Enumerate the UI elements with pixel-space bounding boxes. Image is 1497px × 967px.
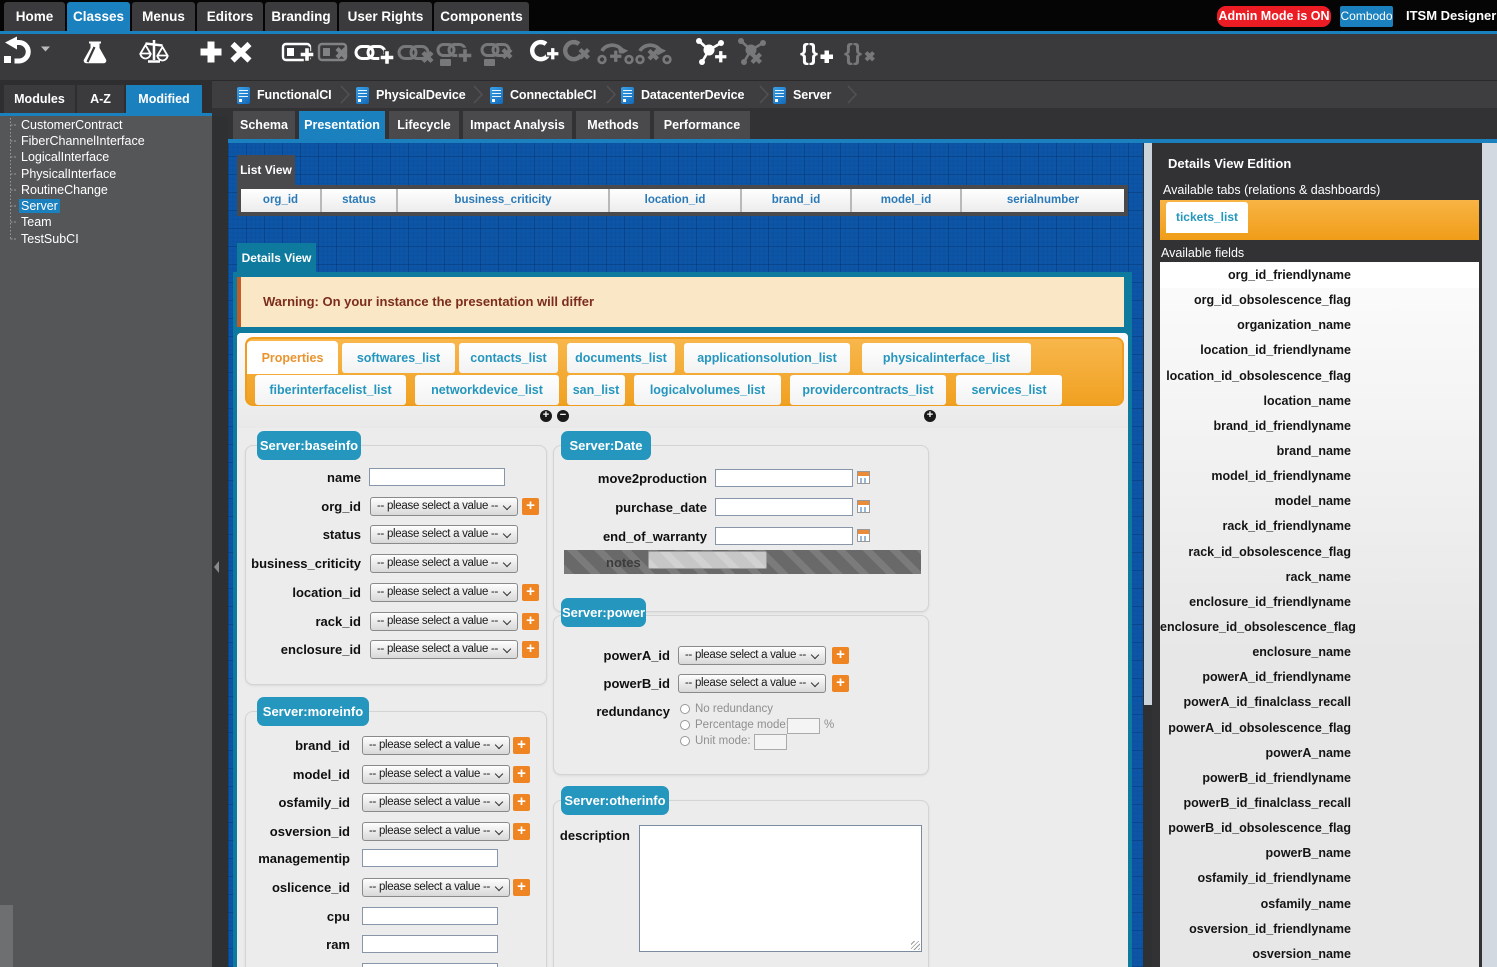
svg-text:{}: {} — [800, 39, 818, 65]
svg-text:{}: {} — [844, 39, 862, 65]
